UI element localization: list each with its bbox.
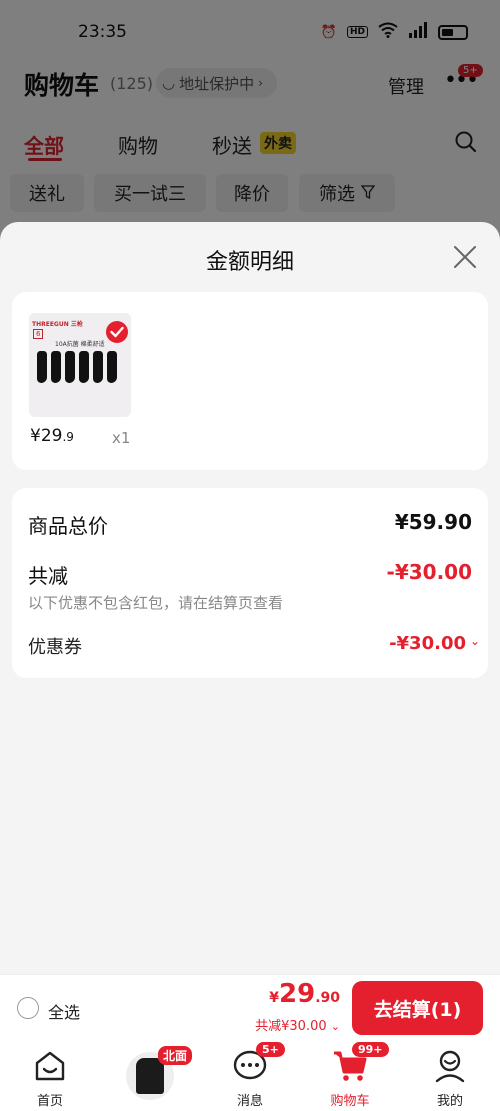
tab-me[interactable]: 我的 xyxy=(410,1048,490,1109)
tab-home-label: 首页 xyxy=(36,1094,63,1109)
currency-symbol: ¥ xyxy=(269,990,279,1006)
discount-note: 以下优惠不包含红包，请在结算页查看 xyxy=(28,594,284,612)
tab-home[interactable]: 首页 xyxy=(10,1048,90,1109)
product-price-main: ¥29 xyxy=(30,426,63,446)
checkout-saving[interactable]: 共减¥30.00 ⌄ xyxy=(255,1015,340,1034)
checkout-button-label: 去结算(1) xyxy=(373,998,462,1021)
product-price: ¥29.9 xyxy=(30,426,74,446)
profile-icon xyxy=(432,1048,468,1084)
home-icon xyxy=(32,1048,68,1084)
tab-messages[interactable]: 5+ 消息 xyxy=(210,1042,290,1109)
total-label: 商品总价 xyxy=(28,514,108,538)
product-tagline: 10A抗菌 棉柔舒适 xyxy=(55,341,105,348)
product-image[interactable]: THREEGUN 三枪 6 10A抗菌 棉柔舒适 xyxy=(29,313,131,417)
selected-check-icon xyxy=(106,321,128,343)
bottom-tab-bar: 首页 北面 5+ 消息 99+ 购物车 我的 xyxy=(0,1040,500,1111)
product-price-decimal: .9 xyxy=(62,430,74,444)
close-icon[interactable] xyxy=(452,244,478,270)
price-detail-card: 商品总价 ¥59.90 共减 -¥30.00 以下优惠不包含红包，请在结算页查看… xyxy=(12,488,488,678)
tab-cart[interactable]: 99+ 购物车 xyxy=(310,1042,390,1109)
message-icon: 5+ xyxy=(232,1042,285,1084)
checkout-total: ¥29.90 xyxy=(269,979,340,1009)
cart-icon: 99+ xyxy=(332,1042,389,1084)
cart-badge: 99+ xyxy=(352,1042,389,1057)
coupon-label[interactable]: 优惠券 xyxy=(28,633,82,659)
product-brand: THREEGUN 三枪 xyxy=(32,321,83,328)
sock-illustration xyxy=(37,351,117,383)
checkout-button[interactable]: 去结算(1) xyxy=(352,981,483,1035)
tab-messages-label: 消息 xyxy=(236,1094,263,1109)
goods-card: THREEGUN 三枪 6 10A抗菌 棉柔舒适 ¥29.9 x1 xyxy=(12,292,488,470)
select-all-label[interactable]: 全选 xyxy=(48,999,80,1023)
checkout-bar: 全选 ¥29.90 共减¥30.00 ⌄ 去结算(1) xyxy=(0,974,500,1040)
price-decimal: .90 xyxy=(315,990,340,1006)
chevron-down-icon: ⌄ xyxy=(330,1020,340,1033)
sheet-title: 金额明细 xyxy=(205,250,294,275)
chevron-down-icon[interactable]: ⌄ xyxy=(470,634,480,648)
reduce-label: 共减 xyxy=(28,564,68,588)
coupon-value[interactable]: -¥30.00 xyxy=(389,633,466,654)
reduce-value: -¥30.00 xyxy=(386,560,472,584)
amount-detail-sheet: 金额明细 THREEGUN 三枪 6 10A抗菌 棉柔舒适 ¥29.9 x1 商… xyxy=(0,222,500,974)
saving-text: 共减¥30.00 xyxy=(255,1019,327,1034)
tab-me-label: 我的 xyxy=(436,1094,463,1109)
jacket-image xyxy=(136,1058,164,1094)
tab-cart-label: 购物车 xyxy=(330,1094,370,1109)
product-quantity: x1 xyxy=(112,429,131,447)
product-pack-count: 6 xyxy=(33,329,44,339)
price-integer: 29 xyxy=(279,979,316,1009)
total-value: ¥59.90 xyxy=(394,510,472,534)
messages-badge: 5+ xyxy=(256,1042,285,1057)
promo-tag: 北面 xyxy=(158,1046,193,1065)
select-all-radio[interactable] xyxy=(17,997,39,1019)
